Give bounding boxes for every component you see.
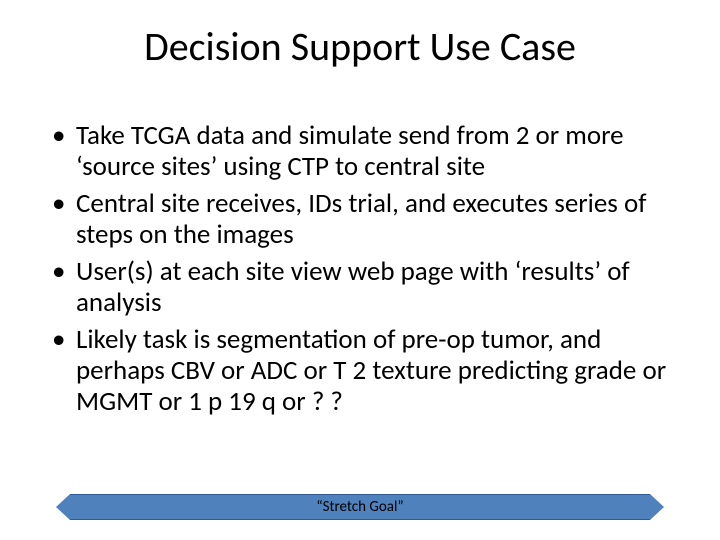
bullet-list: Take TCGA data and simulate send from 2 …: [46, 120, 676, 417]
bullet-item: Take TCGA data and simulate send from 2 …: [46, 120, 676, 182]
slide-body: Take TCGA data and simulate send from 2 …: [46, 120, 676, 423]
banner-label: “Stretch Goal”: [316, 498, 403, 516]
slide-title: Decision Support Use Case: [0, 22, 720, 71]
arrow-left-icon: [56, 494, 70, 520]
arrow-right-icon: [650, 494, 664, 520]
banner-body: “Stretch Goal”: [70, 494, 650, 520]
bullet-item: Central site receives, IDs trial, and ex…: [46, 188, 676, 250]
bullet-item: Likely task is segmentation of pre-op tu…: [46, 324, 676, 417]
slide: Decision Support Use Case Take TCGA data…: [0, 0, 720, 540]
bullet-item: User(s) at each site view web page with …: [46, 256, 676, 318]
stretch-goal-banner: “Stretch Goal”: [56, 494, 664, 520]
